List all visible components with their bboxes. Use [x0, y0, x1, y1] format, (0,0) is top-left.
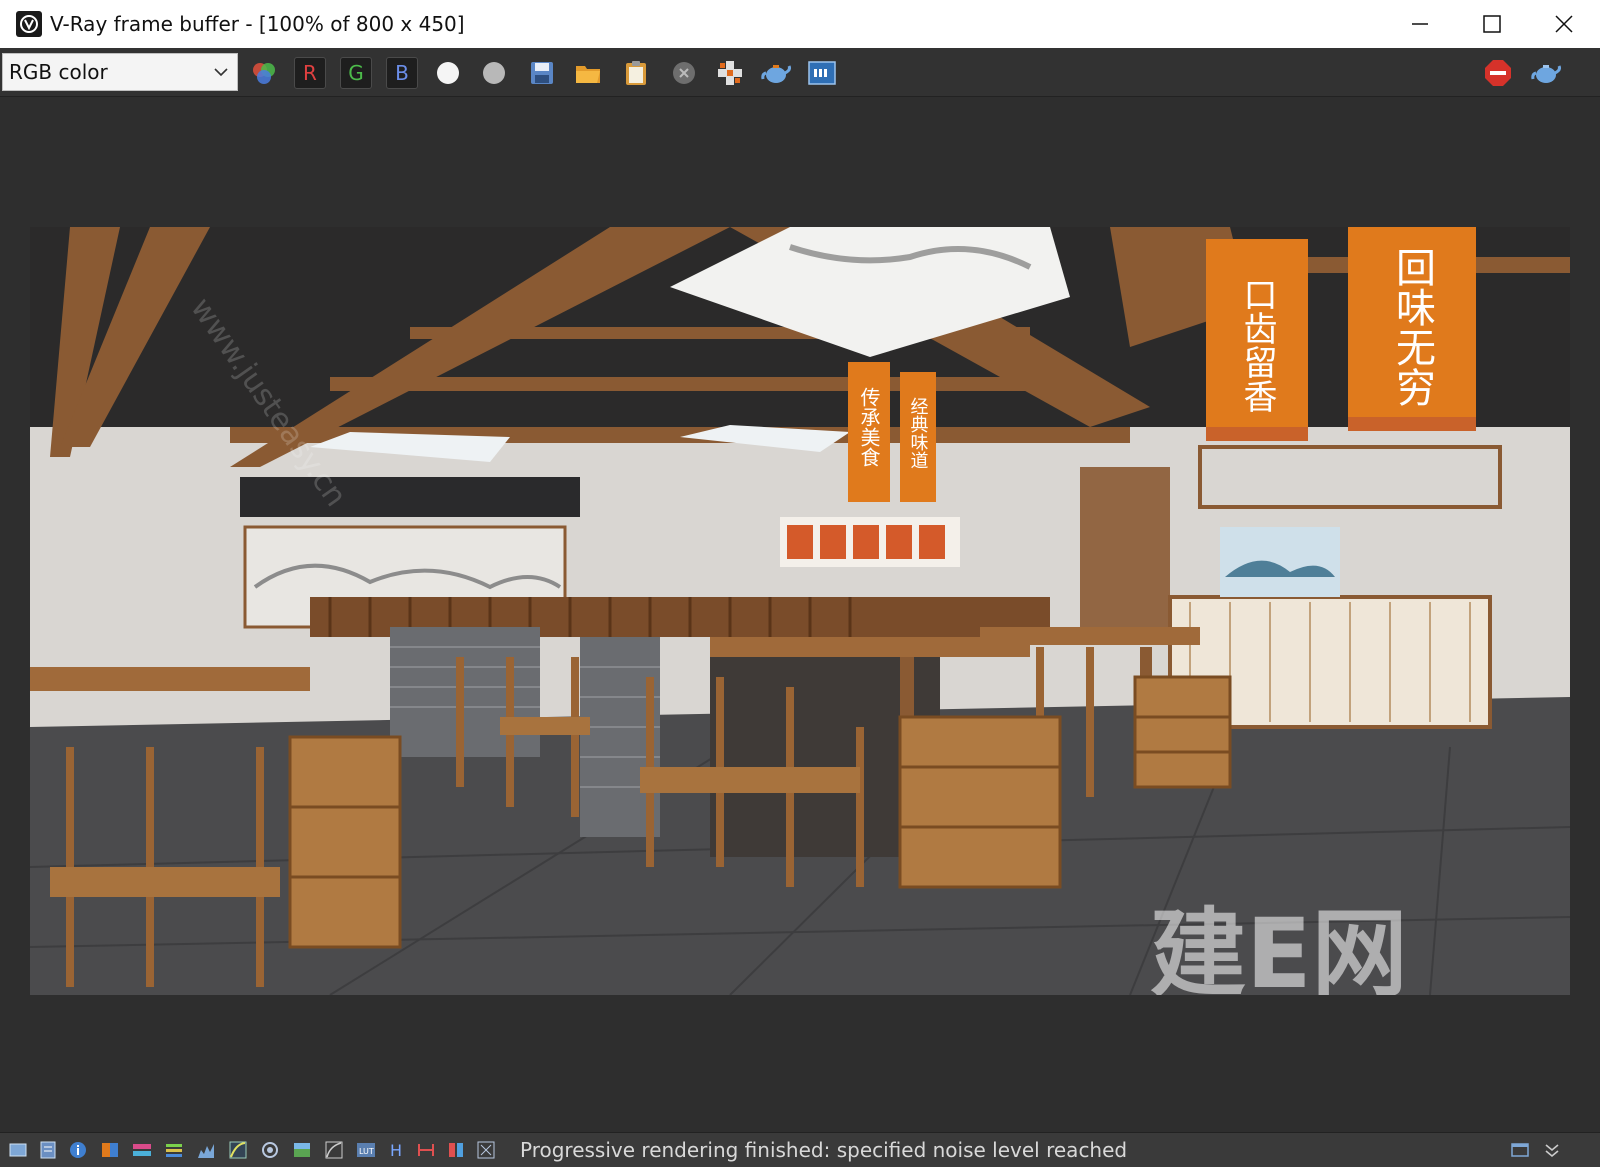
teapot-icon [1531, 65, 1561, 83]
green-channel-button[interactable]: G [340, 57, 372, 89]
maximize-button[interactable] [1456, 0, 1528, 48]
open-button[interactable] [572, 57, 604, 89]
info-icon[interactable] [68, 1140, 88, 1160]
pixel-info-icon[interactable] [476, 1140, 496, 1160]
lut-curve-icon[interactable] [324, 1140, 344, 1160]
panel-toggle-icon[interactable] [1510, 1140, 1530, 1160]
status-bar: LUT H Progressive rendering finished: sp… [0, 1132, 1600, 1167]
teapot-render-icon [761, 65, 791, 83]
lens-effects-icon [808, 61, 836, 85]
hdr-icon[interactable]: H [386, 1140, 406, 1160]
region-render-button[interactable] [714, 57, 746, 89]
channel-value: RGB color [9, 60, 108, 84]
color-channels-button[interactable] [248, 57, 280, 89]
gray-circle-icon [483, 62, 505, 84]
render-viewport[interactable]: 传承美食 经典味道 口齿留香 回味无穷 建E网 www.justeasy.cn [0, 97, 1600, 1132]
chevron-down-icon [214, 68, 228, 77]
color-correction-icon[interactable] [100, 1140, 120, 1160]
color-channels-icon [253, 63, 275, 84]
clear-icon [673, 62, 695, 84]
window-title: V-Ray frame buffer - [100% of 800 x 450] [50, 12, 465, 36]
clipboard-icon [626, 61, 646, 85]
toolbar: RGB color R G B [0, 48, 1600, 97]
save-icon [531, 62, 553, 84]
svg-text:LUT: LUT [359, 1147, 374, 1156]
banner-text-1: 传承美食 [857, 387, 881, 467]
white-channel-button[interactable] [432, 57, 464, 89]
title-bar: V-Ray frame buffer - [100% of 800 x 450] [0, 0, 1600, 48]
alpha-channel-button[interactable] [478, 57, 510, 89]
render-button[interactable] [760, 57, 792, 89]
stop-icon [1485, 60, 1511, 86]
crop-region-icon [718, 61, 742, 85]
save-button[interactable] [526, 57, 558, 89]
red-channel-button[interactable]: R [294, 57, 326, 89]
white-circle-icon [437, 62, 459, 84]
blue-channel-button[interactable]: B [386, 57, 418, 89]
svg-text:H: H [390, 1141, 402, 1160]
channel-dropdown[interactable]: RGB color [2, 53, 238, 91]
exposure-icon[interactable] [260, 1140, 280, 1160]
maximize-icon [1483, 15, 1501, 33]
hsl-icon[interactable] [132, 1140, 152, 1160]
lut-icon[interactable]: LUT [356, 1140, 376, 1160]
expand-down-icon[interactable] [1542, 1140, 1562, 1160]
watermark-logo: 建E网 [1150, 898, 1408, 995]
history-icon[interactable] [38, 1140, 58, 1160]
ab-compare-icon[interactable] [446, 1140, 466, 1160]
stop-render-button[interactable] [1482, 57, 1514, 89]
histogram-icon[interactable] [196, 1140, 216, 1160]
window-icon[interactable] [8, 1140, 28, 1160]
close-icon [1555, 15, 1573, 33]
levels-icon[interactable] [164, 1140, 184, 1160]
status-text: Progressive rendering finished: specifie… [520, 1138, 1128, 1162]
curves-icon[interactable] [228, 1140, 248, 1160]
minimize-button[interactable] [1384, 0, 1456, 48]
lens-effects-button[interactable] [806, 57, 838, 89]
vray-logo-icon [16, 11, 42, 37]
rendered-image: 传承美食 经典味道 口齿留香 回味无穷 建E网 www.justeasy.cn [30, 227, 1570, 995]
clipboard-button[interactable] [620, 57, 652, 89]
minimize-icon [1412, 23, 1428, 25]
banner-text-2: 经典味道 [908, 397, 929, 469]
window-controls [1384, 0, 1600, 48]
sign-text-1: 口齿留香 [1237, 277, 1277, 413]
compare-icon[interactable] [416, 1140, 436, 1160]
teapot-button[interactable] [1530, 57, 1562, 89]
background-image-icon[interactable] [292, 1140, 312, 1160]
close-button[interactable] [1528, 0, 1600, 48]
clear-button[interactable] [668, 57, 700, 89]
open-folder-icon [576, 66, 600, 83]
sign-text-2: 回味无穷 [1389, 247, 1435, 407]
